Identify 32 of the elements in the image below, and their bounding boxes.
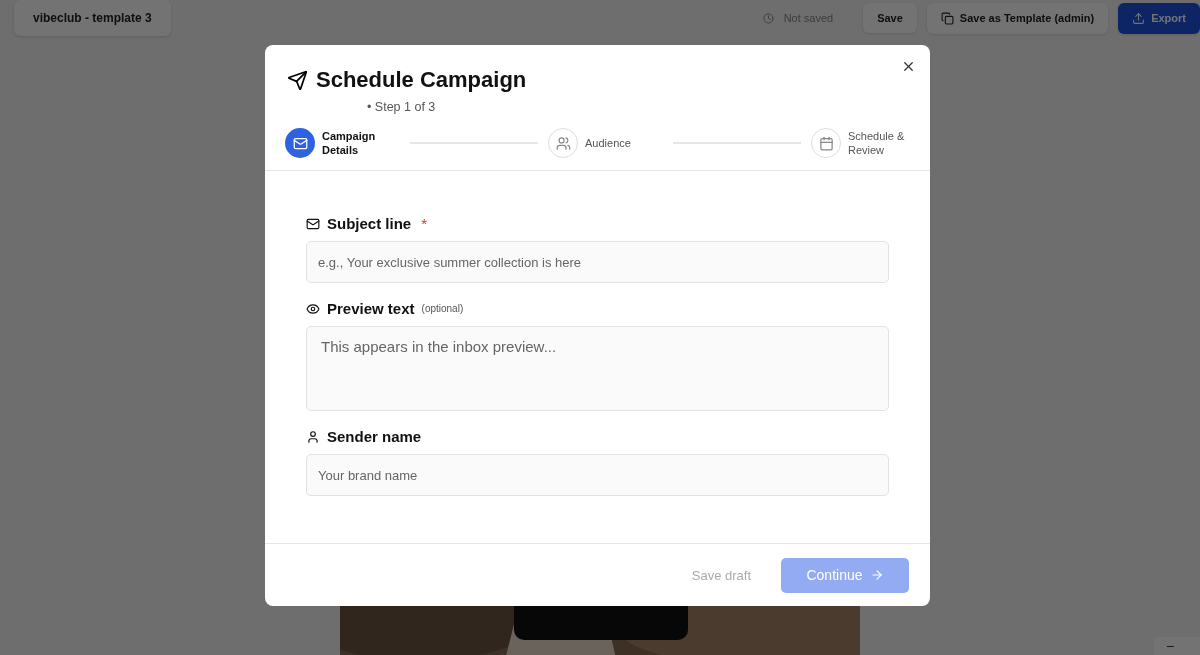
document-title: vibeclub - template 3 <box>14 0 171 36</box>
save-template-button[interactable]: Save as Template (admin) <box>926 2 1109 34</box>
clock-icon <box>762 12 774 24</box>
field-label: Preview text <box>327 300 415 317</box>
step-indicator: • Step 1 of 3 <box>367 100 437 114</box>
step-circle[interactable] <box>548 128 578 158</box>
step-label: Audience <box>585 136 632 150</box>
text-input-field[interactable]: Your brand name <box>306 454 889 496</box>
step-label: Campaign Details <box>322 129 377 157</box>
save-button[interactable]: Save <box>863 3 917 33</box>
dialog-title: Schedule Campaign <box>316 67 527 93</box>
optional-hint: (optional) <box>421 303 464 314</box>
eye-icon <box>306 301 320 316</box>
field-label: Sender name <box>327 428 422 445</box>
envelope-icon <box>292 135 308 151</box>
text-input-field[interactable]: e.g., Your exclusive summer collection is here <box>306 241 889 283</box>
people-icon <box>555 135 571 151</box>
paper-plane-icon <box>287 69 308 91</box>
close-button[interactable] <box>901 59 916 74</box>
arrow-right-icon <box>869 568 884 582</box>
step-circle[interactable] <box>285 128 315 158</box>
preview-text-field[interactable]: This appears in the inbox preview... <box>306 326 889 411</box>
envelope-icon <box>306 216 320 231</box>
field-label: Subject line <box>327 215 412 232</box>
person-icon <box>306 429 320 444</box>
copy-icon <box>940 11 954 25</box>
step-label: Schedule & Review <box>848 129 906 157</box>
calendar-icon <box>818 135 834 151</box>
upload-icon <box>1132 11 1146 25</box>
required-mark: * <box>421 215 428 232</box>
export-button[interactable]: Export <box>1118 2 1200 34</box>
step-circle[interactable] <box>811 128 841 158</box>
